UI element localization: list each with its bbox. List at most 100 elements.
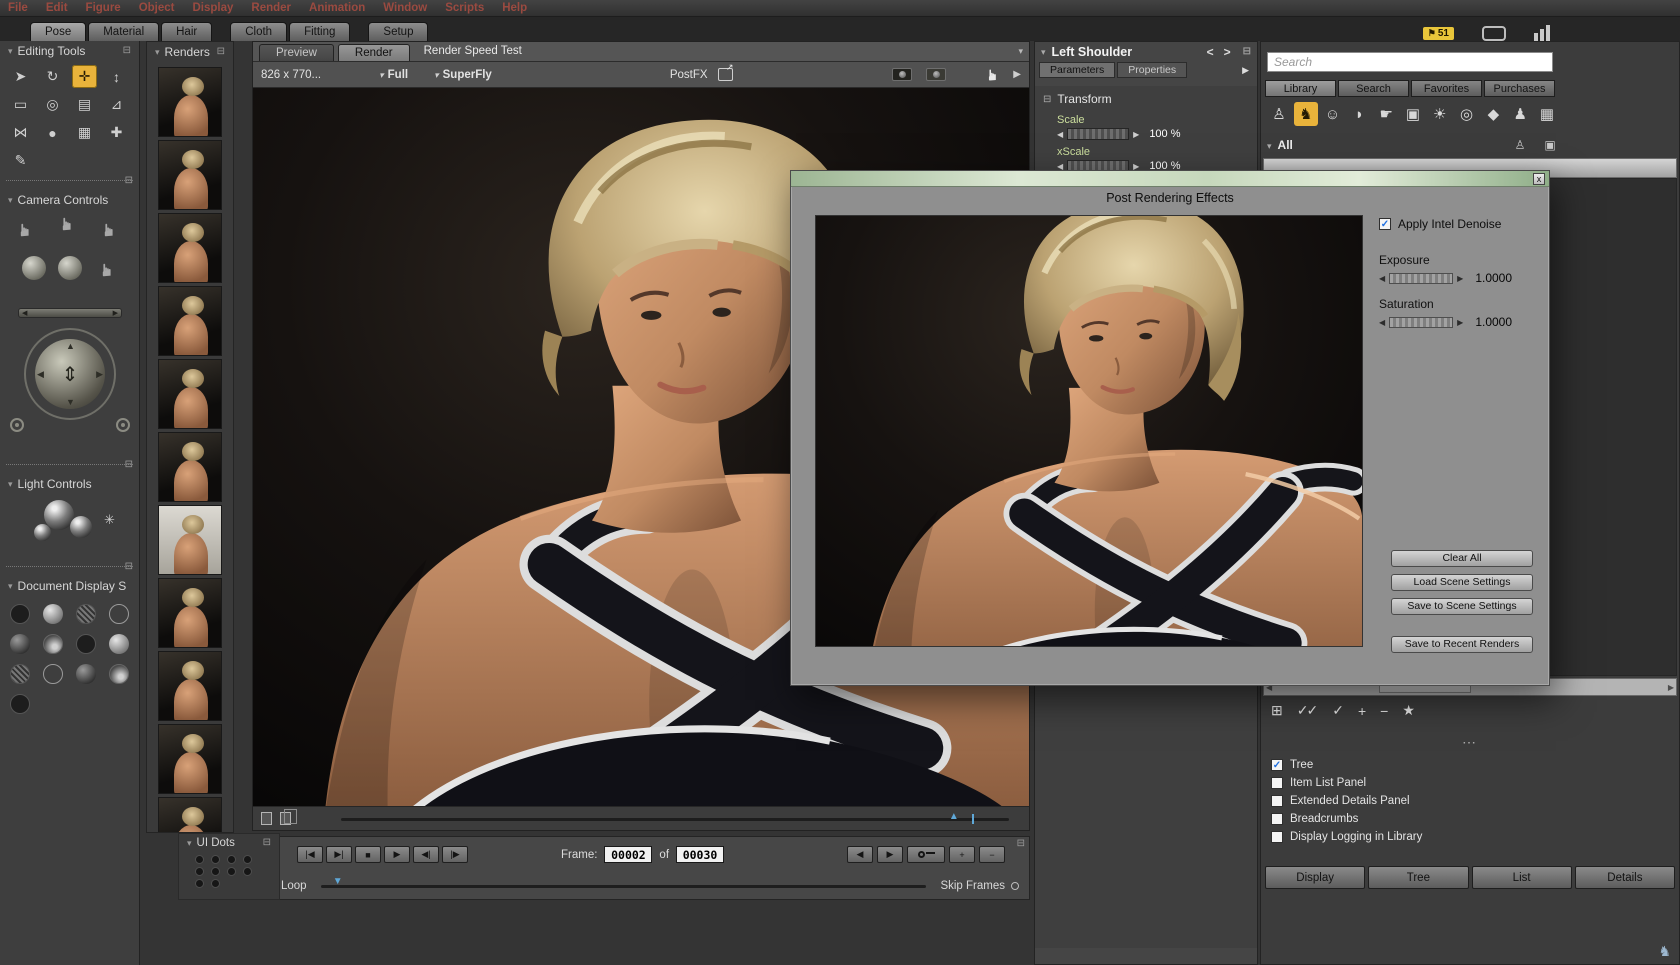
tab-parameters[interactable]: Parameters <box>1039 62 1115 78</box>
light-controls-header[interactable]: Light Controls <box>0 474 139 494</box>
render-resolution[interactable]: 826 x 770... <box>261 69 321 81</box>
option-item-list-panel[interactable]: Item List Panel <box>1271 774 1669 792</box>
more-options-icon[interactable]: ⋯ <box>1261 734 1679 751</box>
display-style-icon[interactable] <box>43 604 63 624</box>
checkbox[interactable] <box>1271 795 1283 807</box>
camera-plane-control[interactable]: ◀▶ <box>18 308 122 318</box>
scale-tool[interactable]: ▭ <box>8 93 33 116</box>
ui-dot[interactable] <box>227 867 236 876</box>
light-sphere-icon[interactable] <box>70 516 92 538</box>
render-size-dropdown[interactable]: Full <box>379 69 408 81</box>
scale-slider[interactable] <box>1067 128 1129 140</box>
render-thumbnail[interactable] <box>158 724 222 794</box>
timeline-scrubber[interactable] <box>321 885 927 888</box>
menu-animation[interactable]: Animation <box>309 0 365 16</box>
tab-properties[interactable]: Properties <box>1117 62 1187 78</box>
delete-keyframe-button[interactable]: − <box>979 846 1005 863</box>
pan-hand-icon[interactable]: ☛ <box>58 216 78 231</box>
render-thumbnail[interactable] <box>158 797 222 833</box>
menu-window[interactable]: Window <box>383 0 427 16</box>
display-style-icon[interactable] <box>109 634 129 654</box>
tab-library[interactable]: Library <box>1265 80 1336 97</box>
room-tab-hair[interactable]: Hair <box>161 22 212 41</box>
details-view-button[interactable]: Details <box>1575 866 1675 889</box>
compare-view-icon[interactable] <box>280 812 291 825</box>
slider-increment[interactable]: ▶ <box>1457 318 1463 327</box>
toolbar-overflow-arrow[interactable]: ▶ <box>1013 69 1021 80</box>
room-tab-material[interactable]: Material <box>88 22 159 41</box>
collapse-widget[interactable] <box>125 176 133 186</box>
display-style-icon[interactable] <box>10 604 30 624</box>
checkbox[interactable] <box>1271 777 1283 789</box>
remove-from-library-icon[interactable]: − <box>1380 703 1386 719</box>
paint-tool[interactable]: ✎ <box>8 149 33 172</box>
camera-controls-header[interactable]: Camera Controls <box>0 190 139 210</box>
notification-badge[interactable]: 51 <box>1423 27 1454 40</box>
next-actor-button[interactable]: > <box>1224 45 1231 59</box>
menu-help[interactable]: Help <box>502 0 527 16</box>
chat-bubble-icon[interactable] <box>1482 26 1506 41</box>
figure-run-icon[interactable]: ♞ <box>1658 943 1671 960</box>
hand-camera-icon[interactable]: ☛ <box>98 262 118 277</box>
option-breadcrumbs[interactable]: Breadcrumbs <box>1271 810 1669 828</box>
render-thumbnail[interactable] <box>158 505 222 575</box>
previous-actor-button[interactable]: < <box>1207 45 1214 59</box>
pan-view-icon[interactable]: ☛ <box>984 68 1002 81</box>
ui-dot[interactable] <box>243 867 252 876</box>
rotate-hand-left-icon[interactable]: ☛ <box>16 222 36 237</box>
render-thumbnail[interactable] <box>158 213 222 283</box>
display-style-icon[interactable] <box>76 634 96 654</box>
display-style-icon[interactable] <box>10 634 30 654</box>
trackball-right-arrow[interactable]: ▶ <box>96 369 103 380</box>
taper-tool[interactable]: ⊿ <box>104 93 129 116</box>
poses-category-icon[interactable]: ♞ <box>1294 102 1318 126</box>
key-toggle-button[interactable] <box>907 846 945 863</box>
trackball-left-arrow[interactable]: ◀ <box>37 369 44 380</box>
color-tool[interactable]: ● <box>40 121 65 144</box>
option-extended-details-panel[interactable]: Extended Details Panel <box>1271 792 1669 810</box>
denoise-checkbox[interactable] <box>1379 218 1391 230</box>
ui-dot[interactable] <box>195 879 204 888</box>
menu-file[interactable]: File <box>8 0 28 16</box>
first-frame-button[interactable]: |◀ <box>297 846 323 863</box>
display-view-button[interactable]: Display <box>1265 866 1365 889</box>
collapse-widget[interactable] <box>125 460 133 470</box>
next-key-button[interactable]: ▶ <box>877 846 903 863</box>
chain-break-tool[interactable]: ⋈ <box>8 121 33 144</box>
save-to-scene-settings-button[interactable]: Save to Scene Settings <box>1391 598 1533 615</box>
collapse-widget[interactable] <box>263 838 271 848</box>
figures-category-icon[interactable]: ♙ <box>1267 102 1291 126</box>
checkbox[interactable] <box>1271 813 1283 825</box>
editing-tools-header[interactable]: Editing Tools <box>0 41 139 61</box>
stop-button[interactable]: ■ <box>355 846 381 863</box>
library-filter-all[interactable]: All <box>1267 138 1293 152</box>
translate-inout-tool[interactable]: ↕ <box>104 65 129 88</box>
ui-dot[interactable] <box>227 855 236 864</box>
cameras-category-icon[interactable]: ◎ <box>1455 102 1479 126</box>
display-style-icon[interactable] <box>109 664 129 684</box>
render-thumbnail[interactable] <box>158 140 222 210</box>
compare-slider-marker[interactable]: ▲ <box>949 812 959 822</box>
render-thumbnail[interactable] <box>158 286 222 356</box>
denoise-option[interactable]: Apply Intel Denoise <box>1379 217 1533 231</box>
dolly-left-icon[interactable] <box>10 418 24 432</box>
transform-section-header[interactable]: Transform <box>1035 92 1257 106</box>
dialog-title-bar[interactable]: x <box>791 171 1549 187</box>
translate-pull-tool[interactable]: ✛ <box>72 65 97 88</box>
stats-icon[interactable] <box>1534 25 1550 41</box>
lights-category-icon[interactable]: ☀ <box>1428 102 1452 126</box>
direct-manipulation-tool[interactable]: ✚ <box>104 121 129 144</box>
hands-category-icon[interactable]: ☛ <box>1374 102 1398 126</box>
hair-category-icon[interactable]: ◗ <box>1347 102 1371 126</box>
menu-display[interactable]: Display <box>192 0 233 16</box>
camera-trackball[interactable]: ⇕ ▲ ▼ ◀ ▶ <box>35 339 105 409</box>
viewport-tab-render[interactable]: Render <box>338 44 410 61</box>
add-to-library-icon[interactable]: + <box>1358 703 1364 719</box>
select-tool[interactable]: ➤ <box>8 65 33 88</box>
save-to-recent-renders-button[interactable]: Save to Recent Renders <box>1391 636 1533 653</box>
display-style-icon[interactable] <box>76 604 96 624</box>
materials-category-icon[interactable]: ◆ <box>1481 102 1505 126</box>
slider-decrement[interactable]: ◀ <box>1379 274 1385 283</box>
search-input[interactable] <box>1267 52 1553 72</box>
menu-edit[interactable]: Edit <box>46 0 68 16</box>
